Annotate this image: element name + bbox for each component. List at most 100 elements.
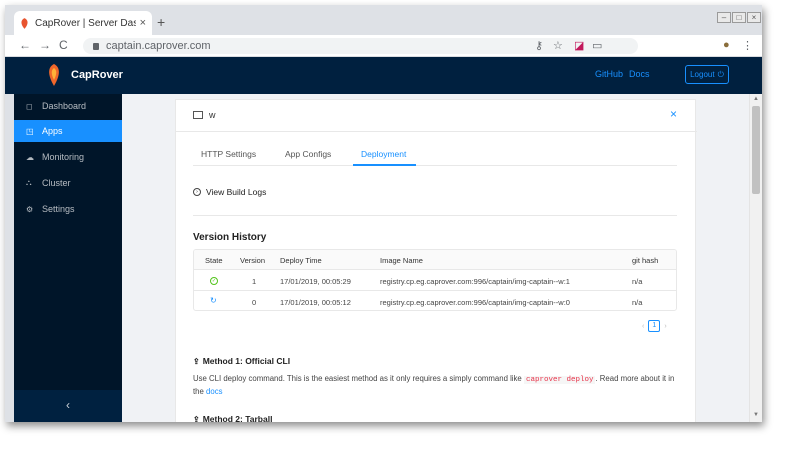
apps-icon: ◳ (26, 126, 34, 136)
sidebar-item-dashboard[interactable]: ◻ Dashboard (14, 95, 122, 117)
expand-icon: › (193, 188, 201, 196)
tab-app-configs[interactable]: App Configs (285, 149, 331, 159)
git-hash-cell: n/a (632, 277, 643, 286)
upload-icon: ⇪ (193, 356, 200, 366)
column-header-git-hash: git hash (632, 256, 659, 265)
star-icon[interactable]: ☆ (553, 39, 563, 52)
column-header-deploy-time: Deploy Time (280, 256, 322, 265)
table-header-row: State Version Deploy Time Image Name git… (194, 250, 676, 270)
sidebar-item-settings[interactable]: ⚙ Settings (14, 198, 122, 220)
back-button[interactable]: ← (19, 38, 31, 52)
sidebar-item-label: Dashboard (42, 101, 87, 111)
browser-tab[interactable]: CapRover | Server Dashb × (14, 11, 152, 35)
settings-icon: ⚙ (26, 204, 34, 214)
app-header: CapRover GitHub Docs Logout ⏻ (5, 57, 762, 94)
git-hash-cell: n/a (632, 298, 643, 307)
extension-icon[interactable]: ◪ (574, 39, 584, 52)
method-2-title: Method 2: Tarball (202, 414, 273, 422)
deploy-time-cell: 17/01/2019, 00:05:12 (280, 298, 351, 307)
image-name-cell: registry.cp.eg.caprover.com:996/captain/… (380, 298, 570, 307)
logout-icon: ⏻ (717, 69, 724, 79)
image-name-cell: registry.cp.eg.caprover.com:996/captain/… (380, 277, 570, 286)
version-history-table: State Version Deploy Time Image Name git… (193, 249, 677, 311)
active-tab-indicator (353, 164, 416, 166)
pagination: ‹ 1 › (642, 320, 667, 332)
tab-title: CapRover | Server Dashb (35, 17, 136, 29)
sidebar-item-label: Settings (42, 204, 75, 214)
browser-toolbar: ← → C captain.caprover.com ⚷ ☆ ◪ ▭ ● ⋮ (5, 35, 762, 57)
key-icon[interactable]: ⚷ (535, 39, 543, 52)
deployed-check-icon: ✓ (210, 277, 218, 285)
cli-command: caprover deploy (523, 376, 596, 384)
method-2-heading: ⇪ Method 2: Tarball (193, 414, 272, 422)
docs-link[interactable]: Docs (629, 69, 650, 79)
browser-window: CapRover | Server Dashb × + – □ × ← → C … (5, 5, 762, 422)
monitoring-icon: ☁ (26, 152, 34, 162)
tab-http-settings[interactable]: HTTP Settings (201, 149, 256, 159)
app-tabs: HTTP Settings App Configs Deployment (193, 142, 677, 166)
sidebar-item-apps[interactable]: ◳ Apps (14, 120, 122, 142)
divider (193, 215, 677, 216)
logout-label: Logout (690, 70, 715, 79)
sidebar-item-cluster[interactable]: ⛬ Cluster (14, 172, 122, 194)
method-1-text: Use CLI deploy command. This is the easi… (193, 374, 524, 383)
docs-link-inline[interactable]: docs (206, 387, 222, 396)
scroll-down-icon[interactable]: ▼ (750, 412, 762, 418)
method-1-description: Use CLI deploy command. This is the easi… (193, 373, 677, 398)
main-content: w × HTTP Settings App Configs Deployment… (122, 94, 749, 422)
dashboard-icon: ◻ (26, 101, 33, 111)
table-row[interactable]: ✓ 1 17/01/2019, 00:05:29 registry.cp.eg.… (194, 271, 676, 291)
brand-name: CapRover (71, 69, 123, 81)
caprover-logo-icon (49, 64, 59, 86)
tab-deployment[interactable]: Deployment (361, 149, 406, 159)
app-details-card: w × HTTP Settings App Configs Deployment… (175, 99, 697, 422)
table-row[interactable]: ↻ 0 17/01/2019, 00:05:12 registry.cp.eg.… (194, 292, 676, 310)
column-header-image-name: Image Name (380, 256, 423, 265)
window-minimize-button[interactable]: – (717, 12, 731, 23)
rollback-icon[interactable]: ↻ (210, 296, 217, 305)
app-name: w (209, 110, 216, 120)
scrollbar-thumb[interactable] (752, 106, 760, 194)
reload-button[interactable]: C (59, 38, 68, 52)
url-text: captain.caprover.com (106, 40, 211, 52)
tab-close-icon[interactable]: × (140, 17, 146, 29)
deploy-time-cell: 17/01/2019, 00:05:29 (280, 277, 351, 286)
sidebar-collapse-button[interactable]: ‹ (14, 390, 122, 422)
profile-icon[interactable]: ● (723, 39, 730, 51)
caprover-favicon-icon (21, 17, 28, 29)
tab-strip: CapRover | Server Dashb × + – □ × (5, 5, 762, 35)
sidebar-item-label: Apps (42, 126, 63, 136)
lock-icon (93, 42, 99, 50)
sidebar: ◻ Dashboard ◳ Apps ☁ Monitoring ⛬ Cluste… (14, 94, 122, 422)
version-history-title: Version History (193, 232, 267, 243)
cluster-icon: ⛬ (26, 178, 32, 187)
column-header-version: Version (240, 256, 266, 265)
forward-button[interactable]: → (39, 38, 51, 52)
sidebar-item-label: Cluster (42, 178, 71, 188)
method-1-heading: ⇪ Method 1: Official CLI (193, 356, 290, 366)
prev-page-button[interactable]: ‹ (642, 323, 644, 330)
new-tab-button[interactable]: + (157, 14, 165, 30)
sidebar-item-monitoring[interactable]: ☁ Monitoring (14, 146, 122, 168)
card-header: w × (176, 100, 697, 132)
window-maximize-button[interactable]: □ (732, 12, 746, 23)
scroll-up-icon[interactable]: ▲ (750, 96, 762, 102)
sidebar-item-label: Monitoring (42, 152, 85, 162)
close-icon[interactable]: × (670, 107, 677, 121)
page-1-button[interactable]: 1 (648, 320, 661, 332)
column-header-state: State (205, 256, 223, 265)
menu-icon[interactable]: ⋮ (742, 39, 753, 52)
github-link[interactable]: GitHub (595, 69, 623, 79)
method-1-title: Method 1: Official CLI (202, 356, 291, 366)
page-scrollbar[interactable]: ▲ ▼ (749, 94, 762, 422)
window-close-button[interactable]: × (747, 12, 761, 23)
version-cell: 0 (252, 298, 257, 307)
app-icon (193, 111, 203, 119)
build-logs-label: View Build Logs (206, 187, 267, 197)
version-cell: 1 (252, 277, 257, 286)
logout-button[interactable]: Logout ⏻ (685, 65, 729, 84)
upload-icon: ⇪ (193, 414, 200, 423)
next-page-button[interactable]: › (664, 323, 666, 330)
cast-icon[interactable]: ▭ (592, 39, 602, 52)
view-build-logs-link[interactable]: › View Build Logs (193, 187, 266, 197)
